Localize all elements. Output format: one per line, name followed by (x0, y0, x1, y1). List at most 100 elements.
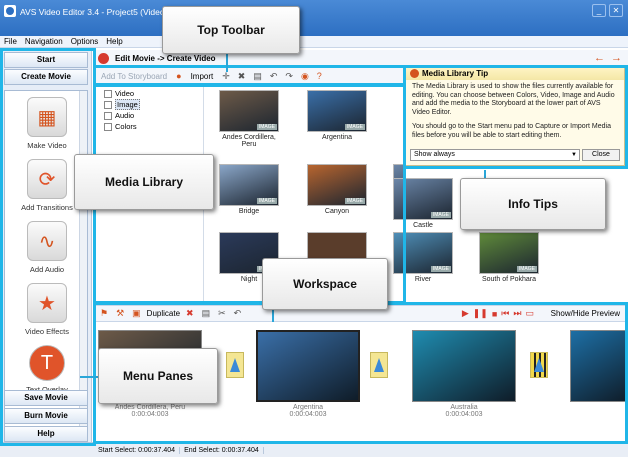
tip-body: The Media Library is used to show the fi… (406, 80, 624, 143)
top-toolbar: Add To Storyboard ● Import ✛ ✖ ▤ ↶ ↷ ◉ ? (94, 68, 404, 85)
transition-icon[interactable] (530, 352, 548, 378)
menu-navigation[interactable]: Navigation (25, 37, 63, 46)
properties-icon[interactable]: ▤ (200, 308, 213, 319)
library-item-label: Canyon (324, 208, 350, 215)
media-library-callout: Media Library (74, 154, 214, 210)
show-hide-preview-button[interactable]: Show/Hide Preview (551, 309, 620, 318)
minimize-button[interactable]: _ (592, 4, 606, 17)
tree-item-video[interactable]: Video (104, 88, 134, 99)
start-button[interactable]: Start (4, 52, 88, 68)
info-icon (410, 69, 419, 78)
library-item-label: Argentina (322, 134, 352, 141)
menu-bar: File Navigation Options Help (0, 36, 628, 48)
duplicate-button[interactable]: Duplicate (147, 309, 180, 318)
tree-label: Image (115, 99, 140, 110)
tip-title: Media Library Tip (422, 69, 489, 78)
effects-icon: ★ (27, 283, 67, 323)
storyboard-clip[interactable]: Argentina 0:00:04:003 (256, 330, 360, 418)
library-item[interactable]: IMAGE South of Pokhara (479, 232, 539, 283)
duplicate-icon: ▣ (132, 308, 141, 318)
menu-file[interactable]: File (4, 37, 17, 46)
help-icon[interactable]: ? (315, 71, 324, 81)
menu-help[interactable]: Help (106, 37, 122, 46)
clip-name: Australia (450, 404, 478, 411)
thumbnail: IMAGE (479, 232, 539, 274)
timeline-icon[interactable]: ⚒ (114, 308, 126, 319)
thumbnail: IMAGE (393, 232, 453, 274)
transition-icon[interactable] (226, 352, 244, 378)
delete-icon[interactable]: ✖ (236, 71, 248, 82)
move-icon[interactable]: ✛ (220, 71, 232, 82)
library-item[interactable]: IMAGE Argentina (307, 90, 367, 141)
clip-thumbnail (570, 330, 628, 402)
colors-folder-icon (104, 122, 112, 131)
menu-panes: Start Create Movie ▦ Make Video ⟳ Add Tr… (0, 50, 92, 442)
make-video-item[interactable]: ▦ Make Video (5, 97, 87, 150)
next-icon[interactable]: ⏭ (513, 308, 521, 319)
back-arrow-icon[interactable]: ← (594, 53, 605, 64)
library-item-label: Castle (413, 222, 433, 229)
create-movie-button[interactable]: Create Movie (4, 69, 88, 85)
clip-duration: 0:00:04:003 (131, 411, 169, 418)
library-item[interactable]: IMAGE Canyon (307, 164, 367, 215)
undo-icon[interactable]: ↶ (232, 308, 244, 319)
tree-item-image[interactable]: Image (104, 99, 140, 110)
media-library-tip: Media Library Tip The Media Library is u… (405, 66, 625, 166)
forward-arrow-icon[interactable]: → (611, 53, 622, 64)
tree-item-audio[interactable]: Audio (104, 110, 134, 121)
burn-movie-button[interactable]: Burn Movie (4, 408, 88, 424)
tip-paragraph-1: The Media Library is used to show the fi… (412, 83, 615, 116)
close-button[interactable]: ✕ (609, 4, 623, 17)
title-bar: AVS Video Editor 3.4 - Project5 (Video -… (0, 0, 628, 36)
thumbnail: IMAGE (307, 164, 367, 206)
undo-icon[interactable]: ↶ (268, 71, 280, 82)
properties-icon[interactable]: ▤ (251, 71, 264, 82)
library-item[interactable]: IMAGE Bridge (219, 164, 279, 215)
video-effects-item[interactable]: ★ Video Effects (5, 283, 87, 336)
play-icon[interactable]: ▶ (462, 308, 469, 319)
tree-label: Video (115, 89, 135, 98)
add-to-storyboard-button[interactable]: Add To Storyboard (98, 71, 170, 82)
library-item[interactable]: IMAGE Castle (393, 178, 453, 229)
edit-movie-icon (98, 53, 109, 64)
library-item[interactable]: IMAGE River (393, 232, 453, 283)
app-icon (4, 5, 16, 17)
tree-item-colors[interactable]: Colors (104, 121, 137, 132)
stop-icon[interactable]: ■ (492, 309, 497, 319)
storyboard-clip[interactable] (570, 330, 628, 402)
cut-icon[interactable]: ✂ (216, 308, 228, 319)
add-audio-item[interactable]: ∿ Add Audio (5, 221, 87, 274)
help-button[interactable]: Help (4, 426, 88, 442)
library-item[interactable]: IMAGE Andes Cordillera, Peru (219, 90, 279, 148)
delete-icon[interactable]: ✖ (184, 308, 196, 319)
tip-visibility-select[interactable]: Show always ▼ (410, 149, 580, 161)
import-button[interactable]: Import (188, 71, 217, 82)
make-video-label: Make Video (27, 141, 67, 150)
pause-icon[interactable]: ❚❚ (473, 308, 488, 319)
transition-icon[interactable] (370, 352, 388, 378)
menu-panes-callout: Menu Panes (98, 348, 218, 404)
storyboard-icon[interactable]: ⚑ (98, 308, 110, 319)
view-icon[interactable]: ◉ (299, 71, 311, 82)
status-bar: Start Select: 0:00:37.404 End Select: 0:… (0, 442, 628, 457)
text-overlay-item[interactable]: T Text Overlay (5, 345, 87, 394)
previous-icon[interactable]: ⏮ (501, 308, 509, 319)
film-icon: ▦ (27, 97, 67, 137)
image-folder-icon (104, 100, 112, 109)
save-movie-button[interactable]: Save Movie (4, 390, 88, 406)
video-folder-icon (104, 89, 112, 98)
redo-icon[interactable]: ↷ (283, 71, 295, 82)
chevron-down-icon: ▼ (571, 152, 577, 158)
clip-name: Argentina (293, 404, 323, 411)
fullscreen-icon[interactable]: ▭ (525, 308, 534, 319)
add-audio-label: Add Audio (29, 265, 65, 274)
menu-options[interactable]: Options (71, 37, 99, 46)
transitions-icon: ⟳ (27, 159, 67, 199)
tree-label: Audio (115, 111, 135, 120)
tip-close-button[interactable]: Close (582, 149, 620, 161)
sidebar-scrollbar[interactable] (79, 91, 87, 434)
clip-duration: 0:00:04:003 (445, 411, 483, 418)
create-movie-pane: ▦ Make Video ⟳ Add Transitions ∿ Add Aud… (4, 90, 88, 435)
storyboard-clip[interactable]: Australia 0:00:04:003 (412, 330, 516, 418)
clip-name: Andes Cordillera, Peru (114, 404, 186, 411)
